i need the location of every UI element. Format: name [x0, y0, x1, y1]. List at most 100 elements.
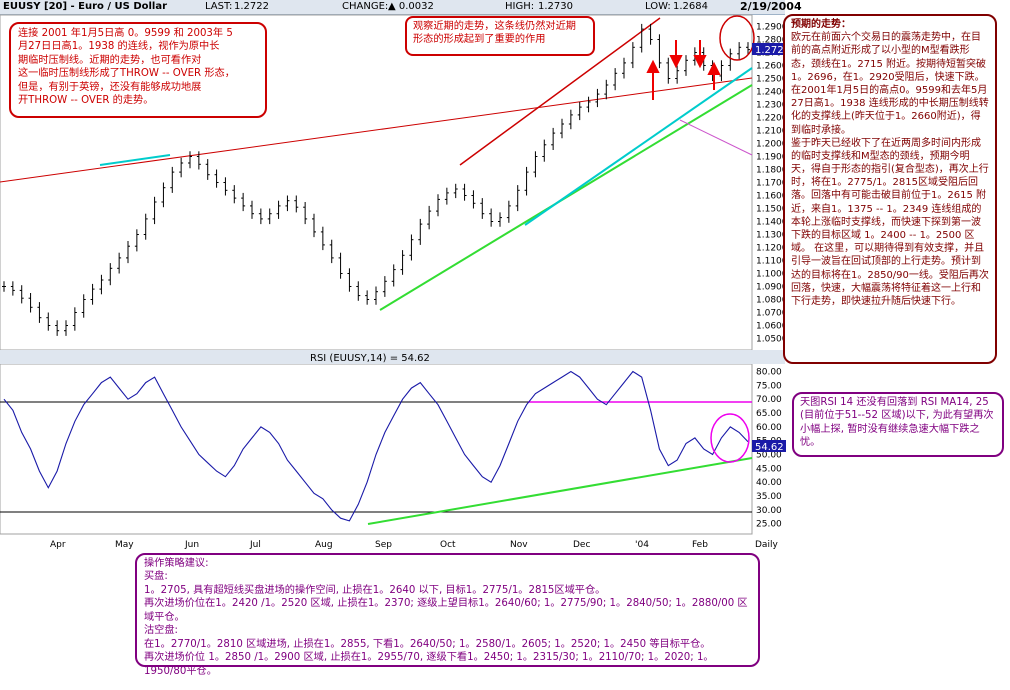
rsi-title: RSI (EUUSY,14) = 54.62: [310, 353, 430, 364]
price-bar: [382, 276, 387, 297]
price-bar: [117, 252, 122, 274]
price-bar: [143, 213, 148, 240]
note-line: 期临时压制线。近期的走势，也可看作对: [18, 54, 202, 66]
price-bar: [436, 194, 440, 217]
price-bar: [214, 169, 219, 188]
rsi-tick-label: 45.00: [756, 464, 782, 474]
x-tick-label: Apr: [50, 540, 66, 550]
note-expected-trend: 预期的走势： 欧元在前面六个交易日的震荡走势中，在目前的高点附近形成了以小型的M…: [783, 14, 997, 364]
price-bar: [400, 250, 405, 275]
note-line: 连接 2001 年1月5日高 0。9599 和 2003年 5: [18, 28, 233, 39]
rsi-highlight-ellipse: [710, 413, 750, 463]
rsi-tick-label: 65.00: [756, 409, 782, 419]
price-bar: [498, 212, 502, 227]
price-bar: [560, 118, 564, 139]
price-bar: [205, 159, 210, 180]
price-bar: [630, 42, 635, 69]
note-recent-trend: 观察近期的走势，这条线仍然对近期 形态的形成起到了重要的作用: [405, 16, 595, 56]
price-bar: [188, 151, 192, 169]
price-bar: [152, 196, 157, 225]
price-bar: [81, 294, 86, 318]
x-tick-label: Dec: [573, 540, 590, 550]
price-bar: [595, 88, 600, 108]
note-rsi: 天图RSI 14 还没有回落到 RSI MA14, 25 (目前位于51--52…: [792, 392, 1004, 457]
price-bar: [365, 290, 370, 305]
rsi-tick-label: 75.00: [756, 381, 782, 391]
price-bar: [524, 166, 529, 196]
price-bar: [285, 195, 290, 212]
price-bar: [684, 55, 688, 76]
price-bar: [471, 190, 476, 209]
x-tick-label: May: [115, 540, 134, 550]
price-bar: [338, 252, 343, 279]
price-bar: [444, 187, 449, 205]
price-bar: [320, 226, 325, 251]
price-bar: [37, 302, 42, 323]
price-bar: [28, 293, 33, 313]
price-bar: [568, 109, 573, 130]
price-bar: [657, 34, 662, 69]
price-bar: [179, 157, 184, 178]
price-bar: [391, 264, 396, 287]
rsi-tick-label: 35.00: [756, 492, 782, 502]
price-bar: [294, 195, 299, 213]
x-tick-label: Nov: [510, 540, 528, 550]
price-bar: [613, 68, 618, 91]
price-bar: [542, 139, 547, 162]
price-bar: [303, 202, 308, 225]
x-tick-label: Daily: [755, 540, 778, 550]
price-bar: [347, 268, 352, 292]
rsi-tick-label: 25.00: [756, 520, 782, 530]
top-highlight-ellipse: [719, 15, 755, 61]
note-paragraph: 欧元在前面六个交易日的震荡走势中，在目前的高点附近形成了以小型的M型看跌形态，颈…: [791, 32, 989, 136]
price-bar: [356, 281, 361, 301]
x-tick-label: Feb: [692, 540, 708, 550]
note-paragraph: 鉴于昨天已经收下了在近两周多时间内形成的临时支撑线和M型态的颈线，预期今明天，得…: [791, 137, 989, 307]
price-bar: [312, 213, 316, 238]
x-tick-label: '04: [635, 540, 649, 550]
price-bar: [577, 101, 582, 121]
annotation-pointer-magenta: [679, 119, 753, 156]
price-bar: [241, 192, 246, 212]
x-tick-label: Jun: [184, 540, 199, 550]
price-bar: [223, 177, 228, 196]
note-line: 形态的形成起到了重要的作用: [413, 34, 546, 46]
price-bar: [2, 281, 6, 292]
price-bar: [586, 96, 591, 113]
price-bar: [99, 274, 104, 295]
note-strategy: 操作策略建议: 买盘: 1。2705, 具有超短线买盘进场的操作空间, 止损在1…: [135, 553, 760, 677]
price-bar: [409, 234, 414, 261]
rsi-tick-label: 70.00: [756, 395, 782, 405]
strategy-line: 1。2705, 具有超短线买盘进场的操作空间, 止损在1。2640 以下, 目标…: [144, 584, 606, 596]
price-bar: [737, 42, 742, 59]
price-bar: [126, 241, 130, 264]
note-line: 观察近期的走势，这条线仍然对近期: [413, 21, 576, 32]
price-bar: [427, 205, 432, 230]
strategy-subheading-buy: 买盘:: [144, 571, 168, 583]
price-bar: [374, 286, 378, 305]
price-bar: [55, 320, 60, 336]
note-line: 开THROW -- OVER 的走势。: [18, 95, 154, 107]
rsi-series-line: [3, 370, 749, 522]
strategy-line: 再次进场价位在1。2420 /1。2520 区域, 止损在1。2370; 逐级上…: [144, 598, 748, 623]
price-bar: [453, 183, 458, 199]
price-bar: [506, 200, 511, 223]
price-bar: [622, 57, 626, 79]
rsi-value-tag: 54.62: [755, 442, 784, 453]
price-bar: [267, 208, 272, 225]
price-bar: [134, 229, 139, 252]
rsi-tick-label: 60.00: [756, 423, 782, 433]
price-bar: [250, 200, 254, 219]
price-bar: [533, 151, 538, 178]
price-bar: [276, 200, 281, 219]
price-bar: [46, 312, 51, 331]
note-line: 但是，有别于英镑，还没有能够成功地展: [18, 81, 202, 93]
strategy-subheading-sell: 沽空盘:: [144, 625, 178, 637]
price-bar: [108, 263, 113, 286]
note-line: 这一临时压制线形成了THROW -- OVER 形态，: [18, 68, 235, 80]
note-paragraph: 天图RSI 14 还没有回落到 RSI MA14, 25 (目前位于51--52…: [800, 397, 994, 449]
price-bar: [489, 208, 494, 227]
price-bar: [72, 307, 77, 331]
rsi-support-line: [367, 457, 753, 525]
price-bar: [418, 218, 423, 245]
